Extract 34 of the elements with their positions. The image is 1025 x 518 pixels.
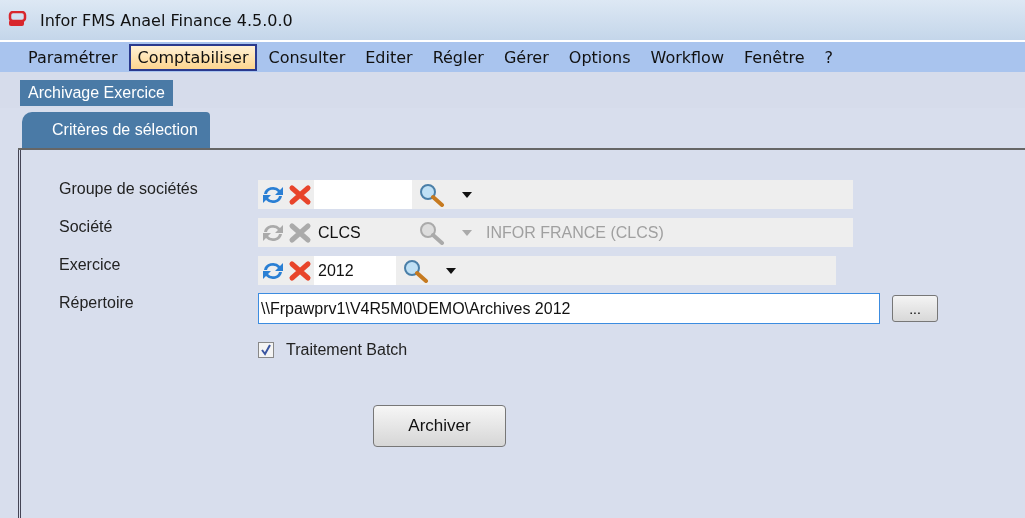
menu-item[interactable]: ?: [816, 43, 841, 71]
description-text: INFOR FRANCE (CLCS): [486, 223, 664, 242]
lookup-field[interactable]: 2012: [258, 256, 836, 285]
checkbox[interactable]: [258, 342, 274, 358]
lookup-field[interactable]: [258, 180, 853, 209]
checkbox-label: Traitement Batch: [286, 341, 408, 359]
clear-icon[interactable]: [288, 183, 312, 206]
menu-item[interactable]: Comptabiliser: [129, 43, 257, 71]
app-logo-icon: [8, 11, 28, 29]
dropdown-caret-icon[interactable]: [446, 267, 456, 274]
code-input[interactable]: 2012: [314, 256, 396, 285]
menu-item[interactable]: Régler: [424, 43, 492, 71]
window-title: Infor FMS Anael Finance 4.5.0.0: [40, 10, 293, 30]
menu-item[interactable]: Editer: [357, 43, 421, 71]
code-input[interactable]: [314, 180, 412, 209]
archive-button[interactable]: Archiver: [373, 405, 506, 447]
search-icon[interactable]: [418, 182, 446, 207]
clear-icon[interactable]: [288, 259, 312, 282]
menu-item[interactable]: Workflow: [642, 43, 732, 71]
dropdown-caret-icon[interactable]: [462, 191, 472, 198]
path-input[interactable]: \\Frpawprv1\V4R5M0\DEMO\Archives 2012: [258, 293, 880, 324]
field-label: Répertoire: [59, 294, 135, 312]
browse-button[interactable]: ...: [892, 295, 938, 322]
search-icon[interactable]: [402, 258, 430, 283]
menu-item[interactable]: Gérer: [495, 43, 557, 71]
field-label: Groupe de sociétés: [59, 180, 199, 198]
menu-item[interactable]: Paramétrer: [20, 43, 126, 71]
field-label: Société: [59, 218, 114, 236]
form-tab[interactable]: Critères de sélection: [22, 112, 210, 148]
document-tab[interactable]: Archivage Exercice: [20, 80, 173, 106]
field-label: Exercice: [59, 256, 122, 274]
menu-item[interactable]: Options: [560, 43, 639, 71]
menu-item[interactable]: Consulter: [260, 43, 354, 71]
menu-item[interactable]: Fenêtre: [736, 43, 813, 71]
